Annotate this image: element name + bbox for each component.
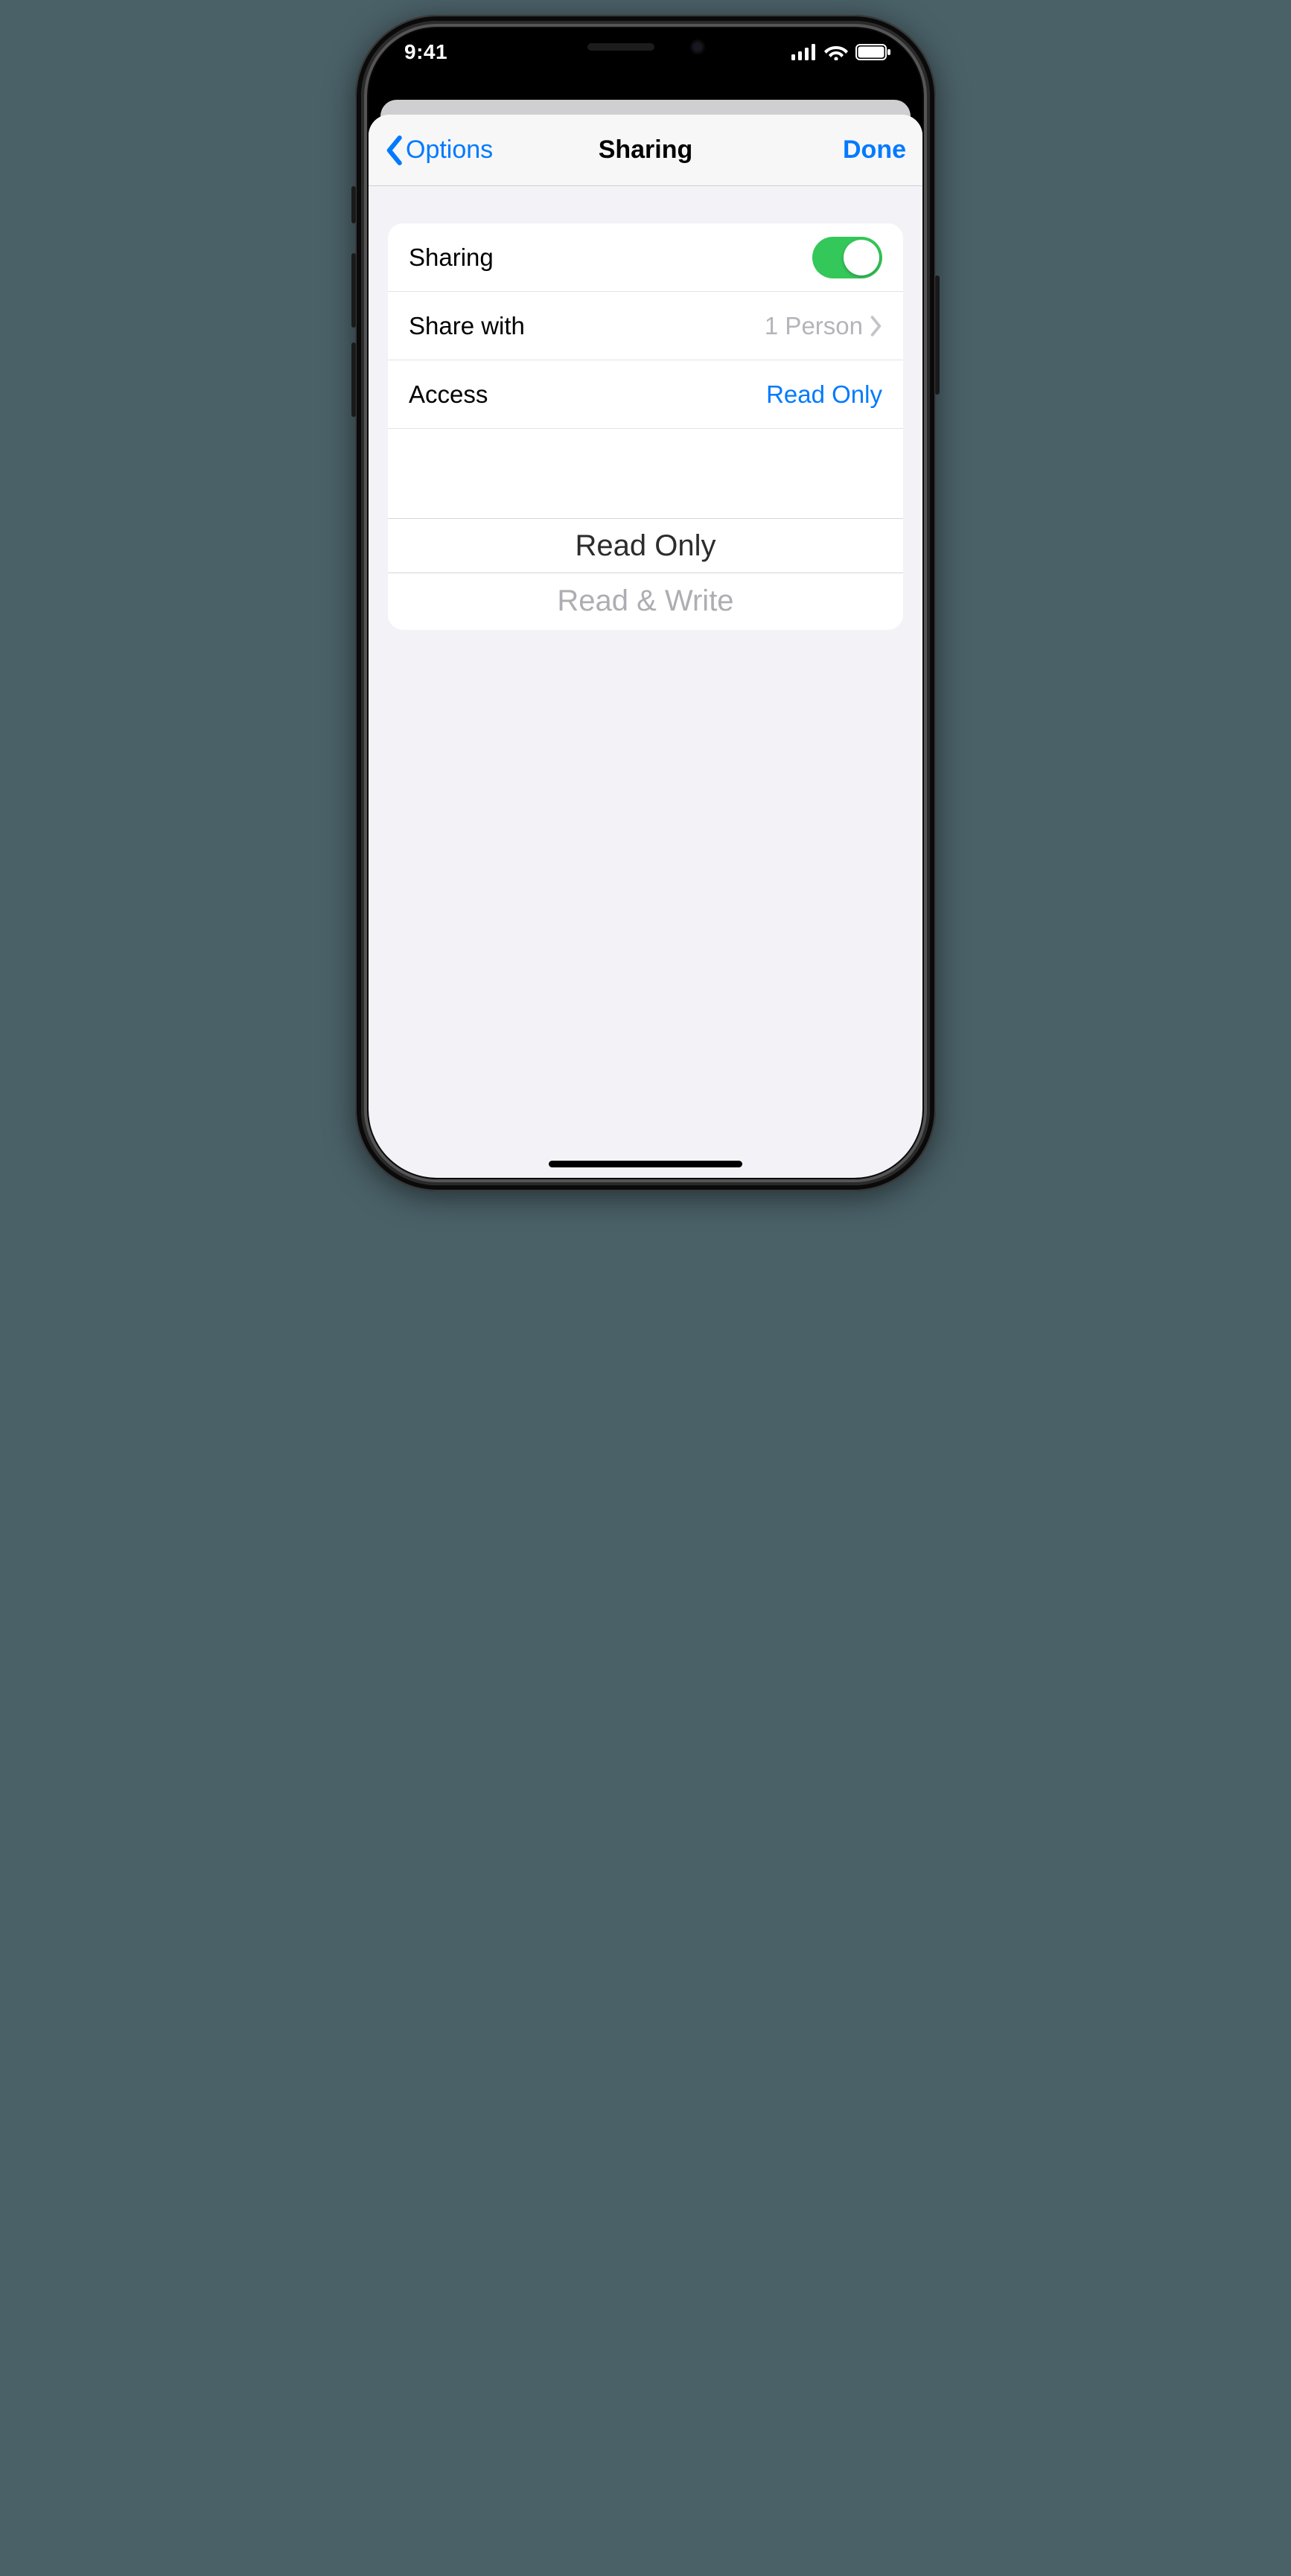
- access-picker[interactable]: Read Only Read & Write: [388, 518, 903, 630]
- access-label: Access: [409, 380, 488, 409]
- chevron-left-icon: [385, 136, 403, 165]
- status-time: 9:41: [404, 40, 447, 64]
- sharing-row: Sharing: [388, 223, 903, 292]
- sheet: Options Sharing Done Sharing: [369, 115, 922, 1178]
- chevron-right-icon: [870, 316, 882, 337]
- sharing-label: Sharing: [409, 243, 494, 272]
- device-frame: 9:41: [355, 15, 936, 1191]
- picker-option[interactable]: Read & Write: [388, 573, 903, 628]
- home-indicator[interactable]: [549, 1161, 742, 1167]
- back-label: Options: [406, 136, 493, 165]
- share-with-value: 1 Person: [765, 312, 863, 340]
- picker-option-selected[interactable]: Read Only: [388, 518, 903, 573]
- side-button: [935, 275, 940, 395]
- sharing-toggle[interactable]: [812, 237, 882, 278]
- speaker-grille: [587, 43, 654, 51]
- navbar: Options Sharing Done: [369, 115, 922, 186]
- switch-knob: [844, 240, 879, 275]
- share-with-label: Share with: [409, 312, 525, 340]
- notch: [526, 28, 765, 66]
- share-with-row[interactable]: Share with 1 Person: [388, 292, 903, 360]
- cellular-icon: [791, 44, 817, 60]
- mute-switch: [351, 186, 356, 223]
- status-icons: [791, 44, 891, 60]
- volume-down-button: [351, 342, 356, 417]
- front-camera: [692, 41, 704, 53]
- wifi-icon: [824, 44, 848, 60]
- access-value: Read Only: [766, 380, 882, 409]
- done-button[interactable]: Done: [843, 136, 906, 165]
- screen: 9:41: [369, 28, 922, 1178]
- app: Options Sharing Done Sharing: [369, 28, 922, 1178]
- settings-card: Sharing Share with 1 Person: [388, 223, 903, 630]
- battery-icon: [855, 44, 891, 60]
- volume-up-button: [351, 253, 356, 328]
- access-row[interactable]: Access Read Only: [388, 360, 903, 429]
- content: Sharing Share with 1 Person: [369, 186, 922, 1178]
- back-button[interactable]: Options: [385, 136, 493, 165]
